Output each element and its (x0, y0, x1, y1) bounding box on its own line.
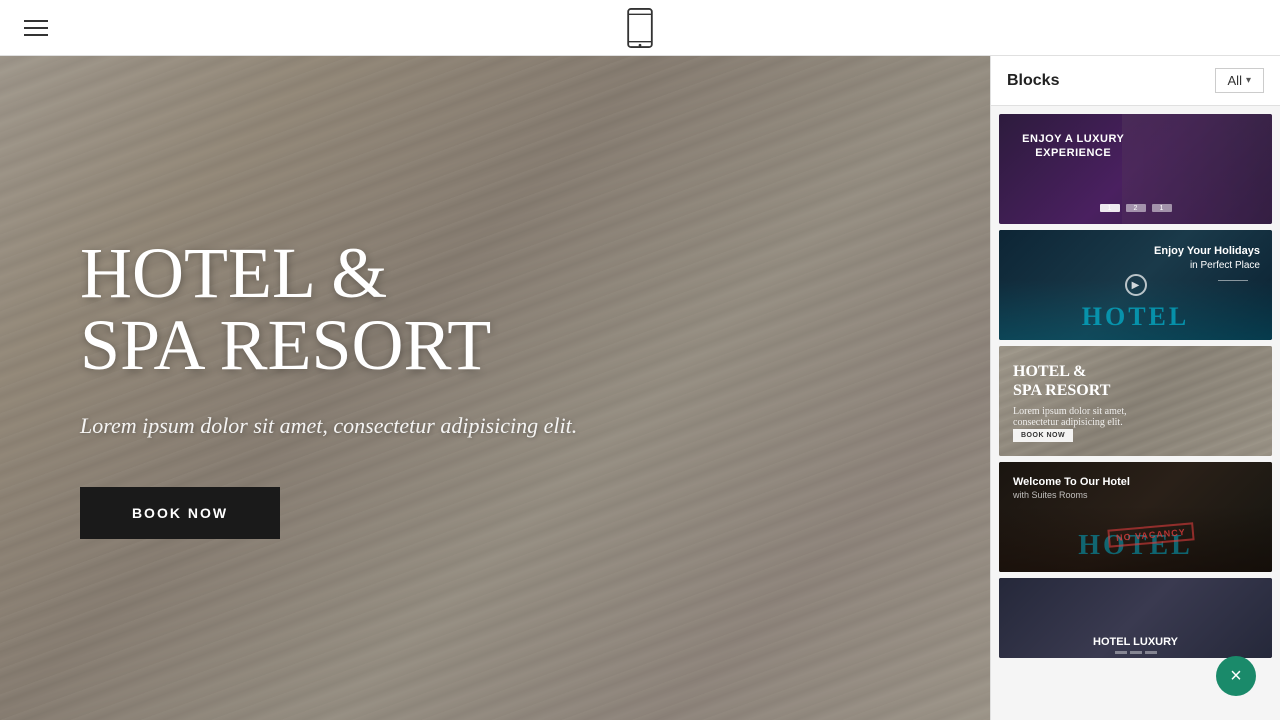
block-thumbnail-luxury2[interactable]: HOTEL LUXURY (999, 578, 1272, 658)
panel-header: Blocks All ▾ (991, 56, 1280, 106)
close-button[interactable]: × (1216, 656, 1256, 696)
dot-3: 1 (1152, 204, 1172, 212)
hero-subtitle: Lorem ipsum dolor sit amet, consectetur … (80, 413, 910, 439)
book-now-button[interactable]: BOOK NOW (80, 487, 280, 539)
block-2-divider (1218, 280, 1248, 281)
hero-section: HOTEL & SPA RESORT Lorem ipsum dolor sit… (0, 56, 990, 720)
content-area: HOTEL & SPA RESORT Lorem ipsum dolor sit… (0, 56, 1280, 720)
hero-title: HOTEL & SPA RESORT (80, 237, 910, 381)
block-3-btn: BOOK NOW (1013, 429, 1073, 442)
block-4-title: Welcome To Our Hotel with Suites Rooms (1013, 476, 1130, 500)
dot-1: 1 (1100, 204, 1120, 212)
block-5-dots (1115, 651, 1157, 654)
hero-content: HOTEL & SPA RESORT Lorem ipsum dolor sit… (0, 56, 990, 720)
block-2-hotel-text: HOTEL (999, 302, 1272, 332)
block-thumbnail-luxury[interactable]: ENJOY A LUXURY EXPERIENCE 1 2 1 (999, 114, 1272, 224)
block-2-play-button[interactable]: ▶ (1125, 274, 1147, 296)
block-5-title: HOTEL LUXURY (1093, 636, 1178, 648)
blocks-panel: Blocks All ▾ ENJOY A LUXURY EXPERIENCE 1… (990, 56, 1280, 720)
panel-title: Blocks (1007, 72, 1059, 90)
block-3-title: HOTEL &SPA RESORT Lorem ipsum dolor sit … (1013, 362, 1143, 428)
block-1-title: ENJOY A LUXURY EXPERIENCE (1011, 132, 1136, 161)
mobile-preview-icon[interactable] (626, 8, 654, 48)
chevron-down-icon: ▾ (1246, 75, 1251, 86)
block-thumbnail-holidays[interactable]: HOTEL Enjoy Your Holidays in Perfect Pla… (999, 230, 1272, 340)
topbar (0, 0, 1280, 56)
block-1-content: ENJOY A LUXURY EXPERIENCE 1 2 1 (999, 114, 1272, 224)
block-1-pagination: 1 2 1 (1100, 204, 1172, 212)
filter-dropdown[interactable]: All ▾ (1215, 68, 1264, 93)
dot-2: 2 (1126, 204, 1146, 212)
block-2-title: Enjoy Your Holidays in Perfect Place (1154, 244, 1260, 273)
menu-button[interactable] (24, 20, 48, 36)
block-thumbnail-welcome[interactable]: HOTEL NO VACANCY Welcome To Our Hotel wi… (999, 462, 1272, 572)
blocks-list: ENJOY A LUXURY EXPERIENCE 1 2 1 HOTEL En… (991, 106, 1280, 720)
block-thumbnail-spa-resort[interactable]: HOTEL &SPA RESORT Lorem ipsum dolor sit … (999, 346, 1272, 456)
